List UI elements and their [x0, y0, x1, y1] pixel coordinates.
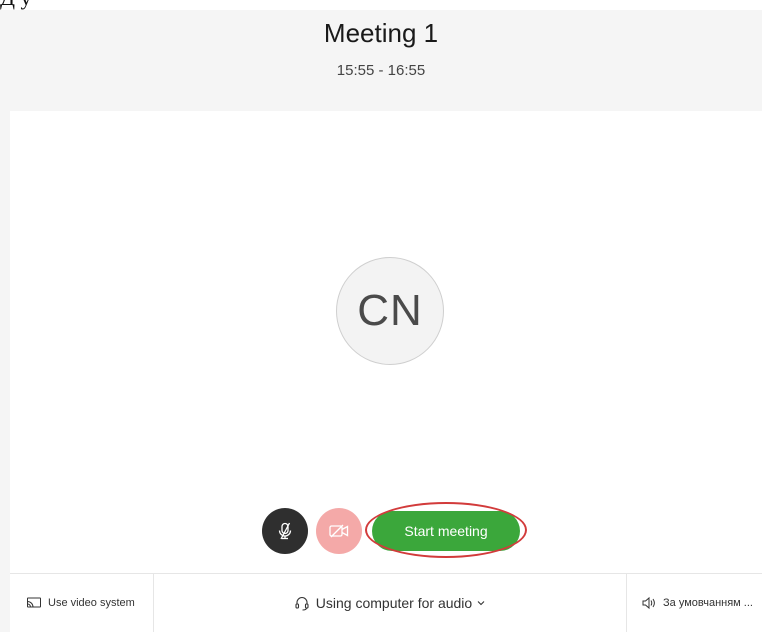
audio-connection-selector[interactable]: Using computer for audio — [154, 574, 626, 632]
cast-screen-icon — [26, 596, 42, 610]
cropped-document-text: Д у — [0, 0, 762, 10]
speaker-selector[interactable]: За умовчанням ... — [626, 574, 762, 632]
speaker-icon — [641, 596, 657, 610]
video-toggle-button[interactable] — [316, 508, 362, 554]
meeting-time: 15:55 - 16:55 — [336, 62, 426, 79]
video-preview: CN Start meeting — [10, 111, 762, 573]
bottom-toolbar: Use video system Using computer for audi… — [10, 573, 762, 632]
microphone-muted-icon — [275, 521, 295, 541]
speaker-label: За умовчанням ... — [663, 597, 753, 609]
audio-connection-label: Using computer for audio — [315, 595, 473, 611]
headset-icon — [294, 595, 310, 611]
start-meeting-button[interactable]: Start meeting — [372, 511, 520, 551]
meeting-title: Meeting 1 — [323, 18, 439, 48]
avatar-initials: CN — [357, 286, 423, 335]
avatar: CN — [336, 257, 444, 365]
chevron-down-icon — [476, 599, 486, 607]
use-video-system-button[interactable]: Use video system — [10, 574, 154, 632]
start-meeting-label: Start meeting — [404, 523, 488, 539]
mute-button[interactable] — [262, 508, 308, 554]
use-video-system-label: Use video system — [48, 597, 135, 609]
meeting-header: Meeting 1 15:55 - 16:55 — [0, 10, 762, 110]
video-off-icon — [328, 522, 350, 540]
